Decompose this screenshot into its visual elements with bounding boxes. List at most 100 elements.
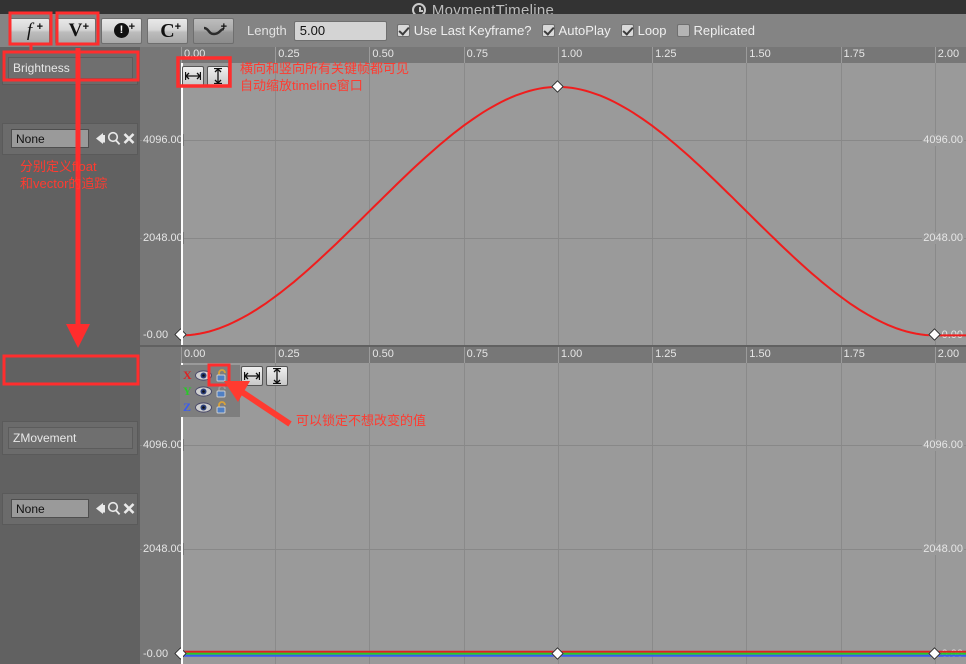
time-tick: 1.00 bbox=[557, 347, 582, 363]
plus-icon: + bbox=[174, 20, 181, 33]
time-tick: 0.25 bbox=[275, 47, 300, 63]
exclamation-circle-icon: ! bbox=[114, 23, 129, 38]
loop-checkbox[interactable]: Loop bbox=[620, 23, 667, 38]
time-tick-label: 1.75 bbox=[843, 348, 865, 360]
playhead[interactable] bbox=[181, 63, 183, 345]
replicated-checkbox[interactable]: Replicated bbox=[676, 23, 755, 38]
zoom-fit-group-zmovement bbox=[241, 366, 288, 386]
time-tick: 1.50 bbox=[746, 347, 771, 363]
add-float-track-button[interactable]: f + bbox=[9, 17, 50, 44]
time-tick: 1.75 bbox=[840, 347, 865, 363]
graph-zmovement-time-ruler[interactable]: 0.00 0.25 0.50 0.75 1.00 1.25 1.50 1.75 2.00 bbox=[140, 347, 966, 363]
autoplay-checkbox[interactable]: AutoPlay bbox=[541, 23, 611, 38]
zoom-to-fit-horizontal-button[interactable] bbox=[182, 66, 204, 86]
clear-icon[interactable] bbox=[122, 131, 136, 146]
color-track-glyph: C bbox=[160, 19, 175, 42]
use-last-keyframe-label: Use Last Keyframe? bbox=[413, 23, 532, 38]
track-asset-row-zmovement: None bbox=[2, 493, 138, 525]
plus-icon: + bbox=[36, 20, 43, 33]
clear-icon[interactable] bbox=[122, 501, 136, 516]
time-tick: 1.75 bbox=[840, 47, 865, 63]
replicated-label: Replicated bbox=[693, 23, 755, 38]
time-tick-label: 0.75 bbox=[466, 48, 489, 60]
zoom-fit-group-brightness bbox=[182, 66, 229, 86]
window-titlebar: MovmentTimeline bbox=[0, 0, 966, 19]
search-icon[interactable] bbox=[107, 131, 121, 146]
curve-asset-field-zmovement[interactable]: None bbox=[11, 499, 89, 518]
browse-back-icon[interactable] bbox=[93, 131, 107, 146]
add-color-track-button[interactable]: C + bbox=[147, 17, 188, 44]
vector-track-glyph: V bbox=[68, 20, 83, 41]
time-tick: 1.50 bbox=[746, 47, 771, 63]
axis-visibility-lock-widget: X Y Z bbox=[180, 365, 240, 417]
plus-icon: + bbox=[82, 20, 89, 33]
track-name-brightness[interactable]: Brightness bbox=[8, 57, 133, 79]
time-tick: 2.00 bbox=[934, 47, 959, 63]
eye-icon-x[interactable] bbox=[195, 369, 212, 381]
zoom-to-fit-horizontal-button[interactable] bbox=[241, 366, 263, 386]
time-tick-label: 1.50 bbox=[749, 48, 771, 60]
time-tick-label: 1.00 bbox=[560, 348, 583, 360]
zoom-to-fit-vertical-button[interactable] bbox=[207, 66, 229, 86]
time-tick-label: 1.75 bbox=[843, 48, 865, 60]
add-event-track-button[interactable]: ! + bbox=[101, 17, 142, 44]
graph-area: 4096.00 4096.00 2048.00 2048.00 -0.00 -0.00 0… bbox=[140, 47, 966, 664]
time-tick: 2.00 bbox=[934, 347, 959, 363]
graph-brightness-time-ruler[interactable]: 0.00 0.25 0.50 0.75 1.00 1.25 1.50 1.75 2.00 bbox=[140, 47, 966, 63]
track-header-zmovement[interactable]: ZMovement bbox=[2, 421, 138, 455]
time-tick: 0.75 bbox=[463, 47, 488, 63]
time-tick: 0.00 bbox=[181, 347, 205, 363]
timeline-toolbar: f + V + ! + C + + Length Use Last Keyfra… bbox=[0, 14, 966, 47]
axis-label-z: Z bbox=[183, 400, 192, 414]
add-external-curve-button[interactable]: + bbox=[193, 17, 234, 44]
time-tick: 0.75 bbox=[463, 347, 488, 363]
time-tick: 0.25 bbox=[275, 347, 300, 363]
time-tick-label: 0.25 bbox=[278, 348, 300, 360]
axis-row-y: Y bbox=[183, 384, 237, 399]
length-label: Length bbox=[247, 23, 287, 38]
add-vector-track-button[interactable]: V + bbox=[55, 17, 96, 44]
time-tick-label: 0.25 bbox=[278, 48, 300, 60]
search-icon[interactable] bbox=[107, 501, 121, 516]
time-tick-label: 0.50 bbox=[372, 348, 394, 360]
graph-brightness-plot[interactable]: 4096.00 4096.00 2048.00 2048.00 -0.00 -0.00 bbox=[140, 63, 966, 345]
time-tick-label: 2.00 bbox=[937, 48, 960, 60]
graph-zmovement-plot[interactable]: 4096.00 4096.00 2048.00 2048.00 -0.00 -0.00 bbox=[140, 363, 966, 664]
time-tick-label: 1.25 bbox=[655, 348, 677, 360]
zoom-to-fit-vertical-button[interactable] bbox=[266, 366, 288, 386]
use-last-keyframe-checkbox[interactable]: Use Last Keyframe? bbox=[396, 23, 532, 38]
eye-icon-z[interactable] bbox=[195, 401, 212, 413]
graph-zmovement[interactable]: 4096.00 4096.00 2048.00 2048.00 -0.00 -0.00 0… bbox=[140, 347, 966, 664]
time-tick-label: 0.50 bbox=[372, 48, 394, 60]
timeline-body: Brightness None ZMovement None 4096.00 4… bbox=[0, 47, 966, 664]
curve-layer bbox=[181, 650, 966, 657]
lock-open-icon-x[interactable] bbox=[215, 368, 229, 382]
curve-brightness[interactable] bbox=[180, 85, 966, 337]
axis-label-x: X bbox=[183, 368, 192, 382]
curve-asset-field-brightness[interactable]: None bbox=[11, 129, 89, 148]
track-list-panel: Brightness None ZMovement None bbox=[0, 47, 140, 664]
track-header-brightness[interactable]: Brightness bbox=[2, 51, 138, 85]
lock-open-icon-z[interactable] bbox=[215, 400, 229, 414]
length-input[interactable] bbox=[293, 20, 387, 41]
time-tick: 1.25 bbox=[652, 347, 676, 363]
plus-icon: + bbox=[220, 20, 227, 33]
checkbox-icon bbox=[396, 24, 410, 37]
time-tick-label: 1.50 bbox=[749, 348, 771, 360]
axis-row-z: Z bbox=[183, 400, 237, 415]
plus-icon: + bbox=[128, 20, 135, 33]
graph-brightness[interactable]: 4096.00 4096.00 2048.00 2048.00 -0.00 -0.00 0… bbox=[140, 47, 966, 345]
eye-icon-y[interactable] bbox=[195, 385, 212, 397]
time-tick-label: 0.00 bbox=[184, 48, 206, 60]
track-name-zmovement[interactable]: ZMovement bbox=[8, 427, 133, 449]
time-tick: 0.50 bbox=[369, 47, 394, 63]
curve-layer bbox=[180, 85, 966, 337]
checkbox-icon bbox=[541, 24, 555, 37]
checkbox-icon bbox=[620, 24, 634, 37]
lock-open-icon-y[interactable] bbox=[215, 384, 229, 398]
checkbox-icon bbox=[676, 24, 690, 37]
float-track-glyph: f bbox=[26, 20, 33, 41]
autoplay-label: AutoPlay bbox=[558, 23, 611, 38]
time-tick: 1.25 bbox=[652, 47, 676, 63]
browse-back-icon[interactable] bbox=[93, 501, 107, 516]
